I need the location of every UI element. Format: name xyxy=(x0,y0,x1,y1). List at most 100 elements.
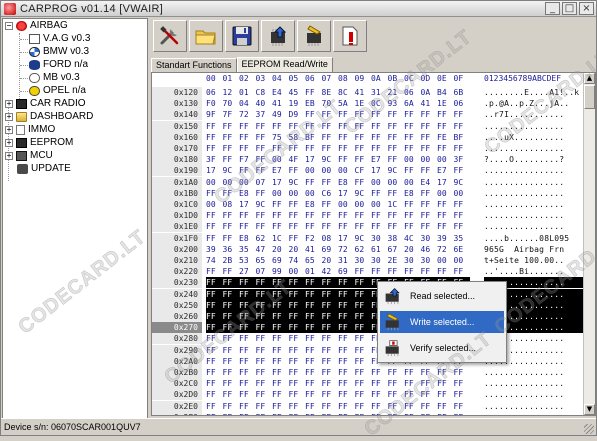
hex-byte-cell[interactable]: FF xyxy=(338,378,353,389)
hex-byte-cell[interactable]: 31 xyxy=(338,255,353,266)
collapse-icon[interactable]: − xyxy=(5,22,13,30)
hex-byte-cell[interactable]: FF xyxy=(305,356,320,367)
hex-byte-cell[interactable]: 9C xyxy=(355,188,370,199)
hex-byte-cell[interactable]: FF xyxy=(206,233,221,244)
tree-item-opel[interactable]: OPEL n/a xyxy=(29,85,86,97)
tree-item-mcu[interactable]: + MCU xyxy=(5,150,53,162)
hex-byte-cell[interactable]: FF xyxy=(206,367,221,378)
hex-byte-cell[interactable]: 1C xyxy=(388,199,403,210)
hex-byte-cell[interactable]: FF xyxy=(256,333,271,344)
hex-byte-cell[interactable]: FF xyxy=(305,367,320,378)
ascii-text[interactable]: ................ xyxy=(484,165,564,176)
hex-byte-cell[interactable]: 00 xyxy=(371,177,386,188)
hex-byte-cell[interactable]: 39 xyxy=(437,233,452,244)
hex-byte-cell[interactable]: FF xyxy=(355,109,370,120)
hex-byte-cell[interactable]: FF xyxy=(338,143,353,154)
hex-byte-cell[interactable]: 58 xyxy=(289,132,304,143)
tree-item-airbag[interactable]: − AIRBAG xyxy=(5,20,68,32)
menu-item-verify-selected[interactable]: Verify selected... xyxy=(380,337,504,359)
hex-byte-cell[interactable]: FF xyxy=(256,165,271,176)
hex-byte-cell[interactable]: 1C xyxy=(272,233,287,244)
hex-byte-cell[interactable]: FF xyxy=(239,143,254,154)
hex-byte-cell[interactable]: 70 xyxy=(223,98,238,109)
hex-byte-cell[interactable]: FF xyxy=(355,412,370,415)
hex-byte-cell[interactable]: FF xyxy=(206,288,223,300)
hex-byte-cell[interactable]: 00 xyxy=(305,188,320,199)
hex-byte-cell[interactable]: FF xyxy=(223,266,238,277)
hex-byte-cell[interactable]: FF xyxy=(437,389,452,400)
hex-byte-cell[interactable]: FF xyxy=(272,299,289,311)
hex-byte-cell[interactable]: 5A xyxy=(338,98,353,109)
hex-byte-cell[interactable]: FF xyxy=(272,356,287,367)
hex-byte-cell[interactable]: FF xyxy=(338,277,355,289)
hex-byte-cell[interactable]: FF xyxy=(223,143,238,154)
hex-byte-cell[interactable]: FF xyxy=(222,277,239,289)
hex-byte-cell[interactable]: 2B xyxy=(223,255,238,266)
hex-byte-cell[interactable]: FF xyxy=(223,121,238,132)
expand-icon[interactable]: + xyxy=(5,139,13,147)
hex-byte-cell[interactable]: 93 xyxy=(388,98,403,109)
hex-byte-cell[interactable]: E4 xyxy=(421,177,436,188)
hex-byte-cell[interactable]: 9C xyxy=(388,165,403,176)
hex-byte-cell[interactable]: FF xyxy=(338,367,353,378)
hex-byte-cell[interactable]: FF xyxy=(289,199,304,210)
hex-byte-cell[interactable]: FF xyxy=(223,221,238,232)
hex-byte-cell[interactable]: FF xyxy=(223,233,238,244)
hex-byte-cell[interactable]: 00 xyxy=(454,255,469,266)
hex-byte-cell[interactable]: 4F xyxy=(289,154,304,165)
hex-byte-cell[interactable]: E8 xyxy=(404,188,419,199)
hex-byte-cell[interactable]: FF xyxy=(322,210,337,221)
hex-byte-cell[interactable]: 17 xyxy=(272,177,287,188)
hex-byte-cell[interactable]: E7 xyxy=(371,154,386,165)
hex-byte-cell[interactable]: FF xyxy=(437,121,452,132)
hex-byte-cell[interactable]: FF xyxy=(272,389,287,400)
hex-byte-cell[interactable]: 99 xyxy=(272,266,287,277)
hex-byte-cell[interactable]: FF xyxy=(421,401,436,412)
hex-byte-cell[interactable]: FF xyxy=(421,165,436,176)
hex-byte-cell[interactable]: FF xyxy=(338,121,353,132)
hex-byte-cell[interactable]: FF xyxy=(338,288,355,300)
hex-byte-cell[interactable]: FF xyxy=(272,367,287,378)
title-bar[interactable]: CARPROG v01.14 [VWAIR] _ □ × xyxy=(1,1,596,17)
hex-byte-cell[interactable]: 00 xyxy=(289,188,304,199)
hex-byte-cell[interactable]: 2E xyxy=(388,255,403,266)
hex-byte-cell[interactable]: FF xyxy=(223,356,238,367)
hex-byte-cell[interactable]: 41 xyxy=(421,98,436,109)
verify-button[interactable] xyxy=(333,20,367,52)
hex-byte-cell[interactable]: FF xyxy=(255,288,272,300)
hex-byte-cell[interactable]: 00 xyxy=(289,266,304,277)
ascii-text[interactable]: ................ xyxy=(484,121,564,132)
hex-byte-cell[interactable]: FF xyxy=(421,266,436,277)
hex-byte-cell[interactable]: FF xyxy=(289,345,304,356)
hex-byte-cell[interactable]: F2 xyxy=(305,233,320,244)
hex-byte-cell[interactable]: 42 xyxy=(322,266,337,277)
hex-byte-cell[interactable]: 72 xyxy=(239,109,254,120)
hex-byte-cell[interactable]: FF xyxy=(206,412,221,415)
hex-byte-cell[interactable]: FF xyxy=(404,367,419,378)
hex-byte-cell[interactable]: FF xyxy=(404,121,419,132)
hex-byte-cell[interactable]: FF xyxy=(388,109,403,120)
hex-byte-cell[interactable]: FF xyxy=(305,277,322,289)
hex-byte-cell[interactable]: FF xyxy=(206,221,221,232)
hex-byte-cell[interactable]: FF xyxy=(338,345,353,356)
hex-byte-cell[interactable]: FF xyxy=(454,266,469,277)
hex-byte-cell[interactable]: 69 xyxy=(322,244,337,255)
save-button[interactable] xyxy=(225,20,259,52)
hex-byte-cell[interactable]: FF xyxy=(388,389,403,400)
hex-byte-cell[interactable]: 65 xyxy=(305,255,320,266)
ascii-text[interactable]: ................ xyxy=(484,389,564,400)
hex-byte-cell[interactable]: FF xyxy=(371,389,386,400)
hex-byte-cell[interactable]: 40 xyxy=(256,98,271,109)
hex-byte-cell[interactable]: 35 xyxy=(239,244,254,255)
hex-byte-cell[interactable]: 30 xyxy=(421,233,436,244)
hex-byte-cell[interactable]: 00 xyxy=(272,188,287,199)
hex-byte-cell[interactable]: FF xyxy=(223,188,238,199)
hex-byte-cell[interactable]: 62 xyxy=(355,244,370,255)
hex-byte-cell[interactable]: FF xyxy=(289,378,304,389)
tree-item-mb[interactable]: MB v0.3 xyxy=(29,72,80,84)
hex-byte-cell[interactable]: 74 xyxy=(206,255,221,266)
hex-byte-cell[interactable]: 00 xyxy=(404,154,419,165)
hex-byte-cell[interactable]: 06 xyxy=(206,87,221,98)
hex-byte-cell[interactable]: 08 xyxy=(223,199,238,210)
hex-byte-cell[interactable]: FF xyxy=(421,367,436,378)
